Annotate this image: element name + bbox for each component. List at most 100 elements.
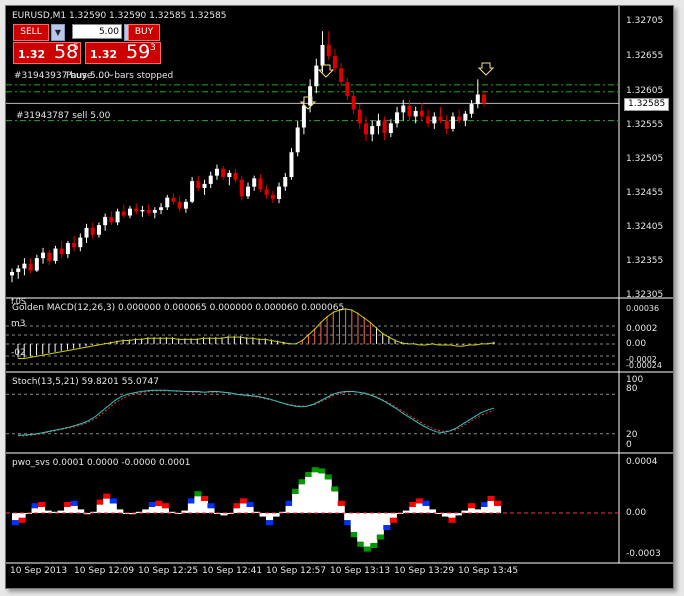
candle-body bbox=[90, 227, 95, 235]
pwo-bar-cap bbox=[298, 479, 306, 485]
time-axis-label: 10 Sep 13:13 bbox=[330, 566, 391, 576]
pwo-bar-cap bbox=[246, 502, 254, 507]
candle-body bbox=[252, 178, 257, 187]
pwo-bar bbox=[96, 504, 104, 513]
candle-body bbox=[382, 120, 387, 133]
candle-body bbox=[438, 116, 443, 121]
ask-price-button[interactable]: 1.32 59 3 bbox=[85, 41, 161, 64]
pwo-bar bbox=[383, 513, 391, 525]
candle-body bbox=[351, 95, 356, 110]
candle-body bbox=[283, 177, 288, 187]
pwo-bar bbox=[259, 513, 267, 517]
pwo-bar-cap bbox=[331, 486, 339, 492]
candle-body bbox=[239, 179, 244, 197]
pwo-bar-cap bbox=[233, 503, 241, 509]
pwo-bar-cap bbox=[70, 500, 78, 506]
pwo-bar-cap bbox=[337, 500, 345, 506]
price-axis-label: 1.32605 bbox=[626, 86, 664, 96]
time-axis-label: 10 Sep 12:09 bbox=[74, 566, 135, 576]
time-axis-label: 10 Sep 13:29 bbox=[394, 566, 455, 576]
candle-body bbox=[202, 183, 207, 189]
candle-body bbox=[246, 186, 250, 197]
candle-body bbox=[196, 181, 201, 189]
candle-body bbox=[28, 263, 33, 271]
pwo-bar bbox=[38, 507, 46, 513]
price-axis-label: 1.32455 bbox=[626, 188, 664, 198]
pwo-bar bbox=[70, 505, 78, 513]
pwo-bar bbox=[318, 473, 326, 513]
pwo-bar bbox=[480, 507, 489, 513]
price-axis-label: 1.32305 bbox=[626, 290, 664, 300]
pwo-bar-cap bbox=[207, 503, 215, 509]
candle-body bbox=[419, 110, 424, 117]
candle-body bbox=[146, 210, 151, 213]
candle-body bbox=[339, 68, 344, 83]
time-axis-label: 10 Sep 12:57 bbox=[266, 566, 327, 576]
candle-body bbox=[413, 110, 418, 117]
pwo-bar bbox=[448, 513, 456, 518]
pwo-bar bbox=[292, 493, 300, 513]
candle-body bbox=[115, 211, 120, 223]
pwo-bar bbox=[337, 505, 345, 513]
pwo-title: pwo_svs 0.0001 0.0000 -0.0000 0.0001 bbox=[12, 458, 191, 468]
ask-price-fraction: 3 bbox=[150, 43, 156, 53]
candle-body bbox=[345, 82, 350, 96]
bid-price-prefix: 1.32 bbox=[18, 48, 46, 61]
price-axis-label: 1.32705 bbox=[626, 16, 664, 26]
pwo-bar-cap bbox=[31, 503, 39, 509]
pwo-bar-cap bbox=[480, 502, 489, 507]
candle-body bbox=[258, 178, 263, 190]
lot-size-input[interactable]: 5.00 bbox=[72, 24, 122, 39]
candle-body bbox=[233, 172, 238, 180]
candle-body bbox=[227, 172, 232, 178]
sell-button[interactable]: SELL bbox=[13, 24, 49, 41]
candle-body bbox=[78, 237, 83, 248]
pwo-bar-cap bbox=[200, 496, 209, 501]
candle-body bbox=[214, 168, 219, 176]
chart-canvas[interactable] bbox=[6, 6, 673, 588]
candle-body bbox=[16, 268, 21, 272]
candle-body bbox=[109, 216, 114, 223]
pwo-bar-cap bbox=[239, 498, 248, 504]
candle-body bbox=[190, 181, 195, 202]
pwo-bar bbox=[142, 509, 150, 513]
lot-decrease-button[interactable]: ▼ bbox=[51, 24, 65, 41]
pwo-bar-cap bbox=[363, 546, 371, 552]
pwo-bar bbox=[311, 472, 319, 513]
pwo-bar-cap bbox=[64, 502, 72, 507]
pwo-bar-cap bbox=[467, 503, 476, 509]
price-axis-label: 1.32655 bbox=[626, 51, 664, 61]
pwo-bar-cap bbox=[109, 498, 117, 504]
candle-body bbox=[140, 210, 145, 212]
pwo-bar bbox=[233, 508, 241, 513]
candle-body bbox=[376, 120, 381, 127]
candle-body bbox=[165, 197, 170, 208]
sell-order-label[interactable]: #31943787 sell 5.00 bbox=[16, 111, 110, 122]
bid-price-button[interactable]: 1.32 58 5 bbox=[13, 41, 81, 64]
candle-body bbox=[128, 208, 132, 216]
candle-body bbox=[357, 109, 362, 124]
candle-body bbox=[277, 186, 282, 200]
candle-body bbox=[308, 86, 313, 106]
pwo-bar-cap bbox=[38, 502, 46, 507]
macd-left-mid: m3 bbox=[11, 319, 26, 329]
ea-status-text: Pause ... ~bars stopped bbox=[66, 71, 174, 81]
buy-button[interactable]: BUY bbox=[128, 24, 160, 41]
candle-body bbox=[463, 113, 468, 121]
macd-left-bot: -02 bbox=[11, 348, 26, 358]
pwo-bar-cap bbox=[194, 491, 202, 497]
pwo-bar bbox=[441, 513, 450, 517]
candle-body bbox=[407, 105, 412, 117]
candle-body bbox=[221, 168, 226, 178]
candle-body bbox=[84, 227, 89, 238]
candle-body bbox=[450, 116, 455, 129]
macd-axis-label: 0.00 bbox=[626, 339, 647, 349]
pwo-bar bbox=[467, 508, 476, 513]
pwo-bar bbox=[487, 501, 495, 513]
pwo-bar bbox=[285, 505, 293, 513]
candle-body bbox=[482, 94, 486, 104]
pwo-bar bbox=[428, 509, 436, 513]
symbol-info-title: EURUSD,M1 1.32590 1.32590 1.32585 1.3258… bbox=[12, 11, 227, 21]
pwo-bar-cap bbox=[370, 543, 378, 548]
price-axis-label: 1.32405 bbox=[626, 222, 664, 232]
